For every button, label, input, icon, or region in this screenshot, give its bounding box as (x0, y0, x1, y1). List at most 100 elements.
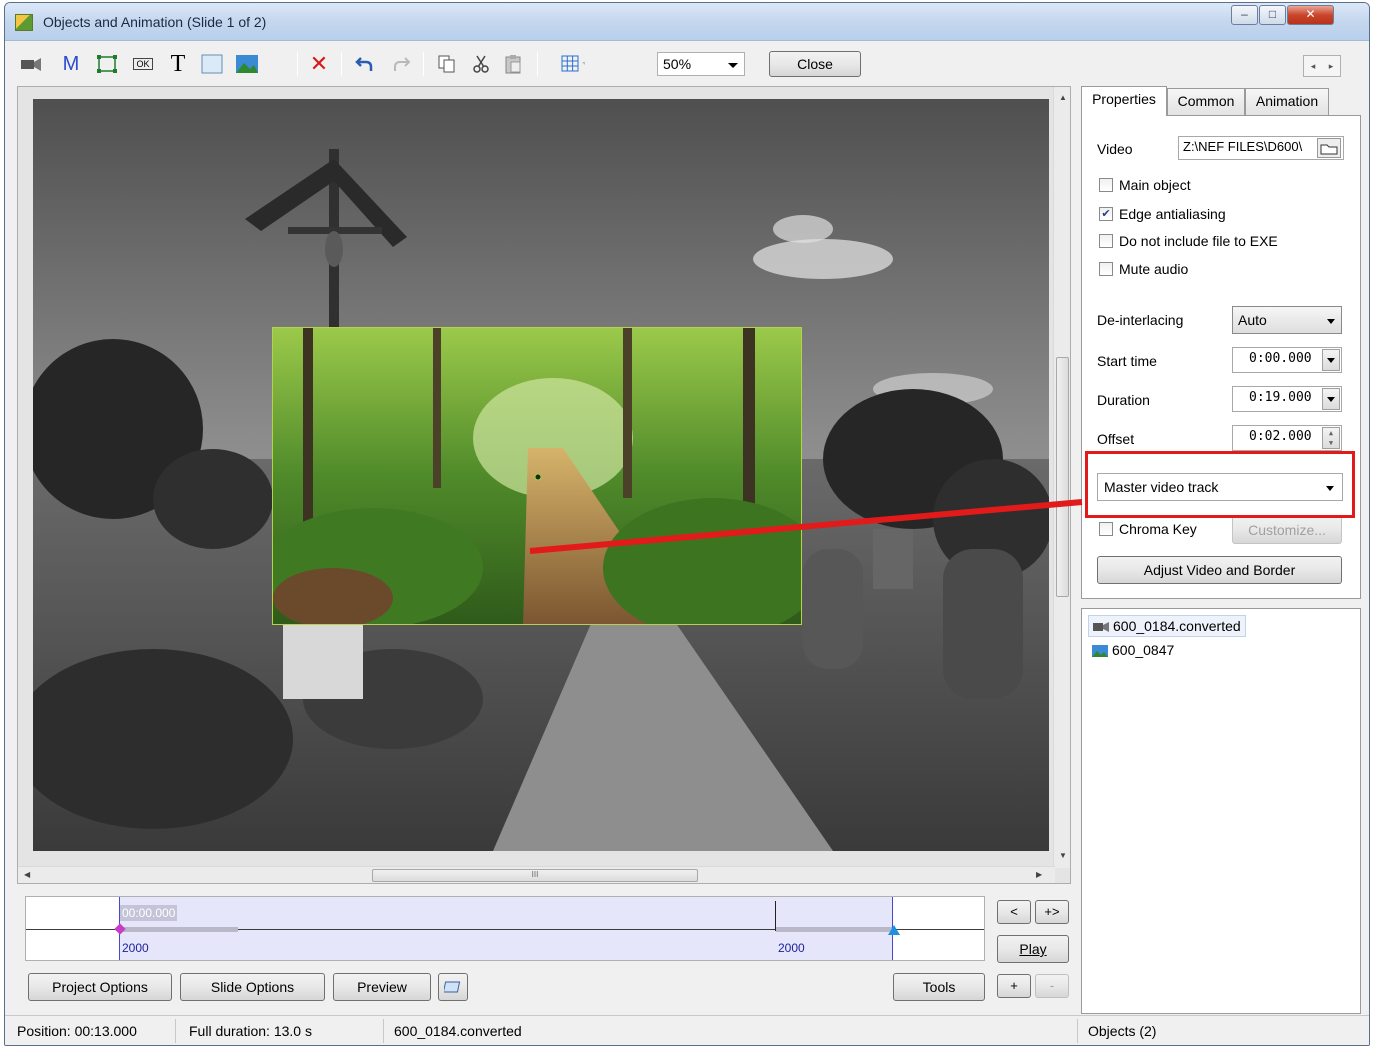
image-icon (1092, 645, 1108, 657)
playhead-icon[interactable] (888, 925, 900, 935)
close-button[interactable]: Close (769, 51, 861, 77)
timeline[interactable]: 00:00.000 2000 2000 (25, 896, 985, 961)
play-button[interactable]: Play (997, 935, 1069, 963)
cut-icon[interactable] (469, 52, 493, 76)
next-keyframe-button[interactable]: +> (1035, 900, 1069, 924)
video-icon (1093, 622, 1109, 632)
start-time-value: 0:00.000 (1249, 351, 1312, 366)
grid-icon[interactable] (561, 52, 585, 76)
preview-button[interactable]: Preview (333, 973, 431, 1001)
start-time-field[interactable]: 0:00.000 (1232, 347, 1342, 373)
zoom-value: 50% (663, 56, 692, 72)
status-position: Position: 00:13.000 (17, 1023, 137, 1039)
offset-field[interactable]: 0:02.000 ▲ ▼ (1232, 425, 1342, 451)
undo-icon[interactable] (353, 52, 377, 76)
edge-antialiasing-label: Edge antialiasing (1119, 206, 1226, 222)
duration-value: 0:19.000 (1249, 390, 1312, 405)
text-icon[interactable]: T (166, 51, 190, 77)
status-bar: Position: 00:13.000 Full duration: 13.0 … (5, 1015, 1369, 1045)
edge-antialiasing-checkbox[interactable]: ✔ (1099, 207, 1113, 221)
duration-label: Duration (1097, 392, 1150, 408)
tab-common[interactable]: Common (1167, 88, 1245, 115)
slide-options-button[interactable]: Slide Options (180, 973, 325, 1001)
panel-nav-arrows[interactable]: ◂ ▸ (1303, 55, 1341, 77)
video-icon[interactable] (19, 52, 43, 76)
scroll-right-icon[interactable]: ▶ (1036, 870, 1042, 879)
timeline-current-time: 00:00.000 (120, 905, 178, 921)
mute-audio-checkbox[interactable] (1099, 262, 1113, 276)
timeline-bar-end (776, 927, 892, 932)
chevron-down-icon (1327, 319, 1335, 324)
tab-animation[interactable]: Animation (1245, 88, 1329, 115)
add-keyframe-button[interactable]: + (997, 974, 1031, 998)
maximize-button[interactable]: □ (1259, 5, 1286, 25)
customize-button[interactable]: Customize... (1232, 516, 1342, 544)
toolbar-separator (423, 52, 424, 76)
scroll-down-icon[interactable]: ▼ (1059, 851, 1067, 860)
button-icon[interactable]: OK (131, 52, 155, 76)
mask-icon[interactable]: M (59, 52, 83, 76)
zoom-select[interactable]: 50% (657, 52, 745, 76)
forest-video-frame (273, 328, 801, 624)
start-time-label: Start time (1097, 353, 1157, 369)
frame-icon[interactable] (95, 52, 119, 76)
status-separator (1077, 1019, 1078, 1043)
chevron-down-icon (728, 63, 738, 68)
app-icon (15, 14, 33, 31)
paste-icon[interactable] (501, 52, 525, 76)
chroma-key-checkbox[interactable] (1099, 522, 1113, 536)
remove-keyframe-button[interactable]: - (1035, 974, 1069, 998)
tab-properties[interactable]: Properties (1081, 86, 1167, 116)
tools-button[interactable]: Tools (893, 973, 985, 1001)
timeline-start-label: 2000 (122, 941, 149, 955)
status-separator (383, 1019, 384, 1043)
chevron-down-icon (1327, 358, 1335, 363)
vertical-scroll-thumb[interactable] (1056, 357, 1069, 597)
duration-field[interactable]: 0:19.000 (1232, 386, 1342, 412)
copy-icon[interactable] (435, 52, 459, 76)
deinterlacing-select[interactable]: Auto (1232, 306, 1342, 334)
main-object-label: Main object (1119, 177, 1191, 193)
project-options-button[interactable]: Project Options (28, 973, 172, 1001)
chroma-key-label: Chroma Key (1119, 521, 1197, 537)
video-path-value: Z:\NEF FILES\D600\ (1183, 139, 1303, 154)
main-object-checkbox[interactable] (1099, 178, 1113, 192)
window-title: Objects and Animation (Slide 1 of 2) (43, 14, 267, 30)
offset-spinner[interactable]: ▲ ▼ (1322, 427, 1340, 449)
slide-canvas[interactable]: ▲ ▼ ◀ III ▶ (17, 86, 1071, 884)
not-include-exe-checkbox[interactable] (1099, 234, 1113, 248)
keyframe-marker[interactable] (775, 901, 776, 931)
toolbar-separator (297, 52, 298, 76)
object-name: 600_0847 (1112, 642, 1175, 658)
list-item[interactable]: 600_0847 (1088, 640, 1174, 662)
scroll-up-icon[interactable]: ▲ (1059, 93, 1067, 102)
duration-dropdown[interactable] (1322, 388, 1340, 410)
mute-audio-label: Mute audio (1119, 261, 1189, 277)
chevron-right-icon[interactable]: ▸ (1329, 61, 1334, 72)
offset-value: 0:02.000 (1249, 429, 1312, 444)
scroll-left-icon[interactable]: ◀ (24, 870, 30, 879)
objects-animation-window: Objects and Animation (Slide 1 of 2) – □… (4, 2, 1370, 1046)
video-object[interactable] (272, 327, 802, 625)
list-item[interactable]: 600_0184.converted (1088, 615, 1246, 637)
browse-folder-icon[interactable] (1317, 138, 1341, 158)
minimize-button[interactable]: – (1231, 5, 1258, 25)
rectangle-icon[interactable] (200, 52, 224, 76)
toolbar-separator (537, 52, 538, 76)
vertical-scrollbar[interactable]: ▲ ▼ (1053, 87, 1070, 868)
delete-icon[interactable]: ✕ (307, 51, 331, 76)
objects-list[interactable]: 600_0184.converted 600_0847 (1081, 608, 1361, 1014)
adjust-video-border-button[interactable]: Adjust Video and Border (1097, 556, 1342, 584)
horizontal-scrollbar[interactable]: ◀ III ▶ (18, 866, 1055, 883)
timeline-end-label: 2000 (778, 941, 805, 955)
redo-icon[interactable] (389, 52, 413, 76)
preview-window-button[interactable] (438, 973, 468, 1001)
close-window-button[interactable]: ✕ (1287, 5, 1334, 25)
image-icon[interactable] (235, 52, 259, 76)
prev-keyframe-button[interactable]: < (997, 900, 1031, 924)
timeline-bar (120, 927, 238, 932)
start-time-dropdown[interactable] (1322, 349, 1340, 371)
horizontal-scroll-thumb[interactable]: III (372, 869, 698, 882)
chevron-left-icon[interactable]: ◂ (1311, 61, 1316, 72)
deinterlacing-value: Auto (1238, 312, 1267, 328)
